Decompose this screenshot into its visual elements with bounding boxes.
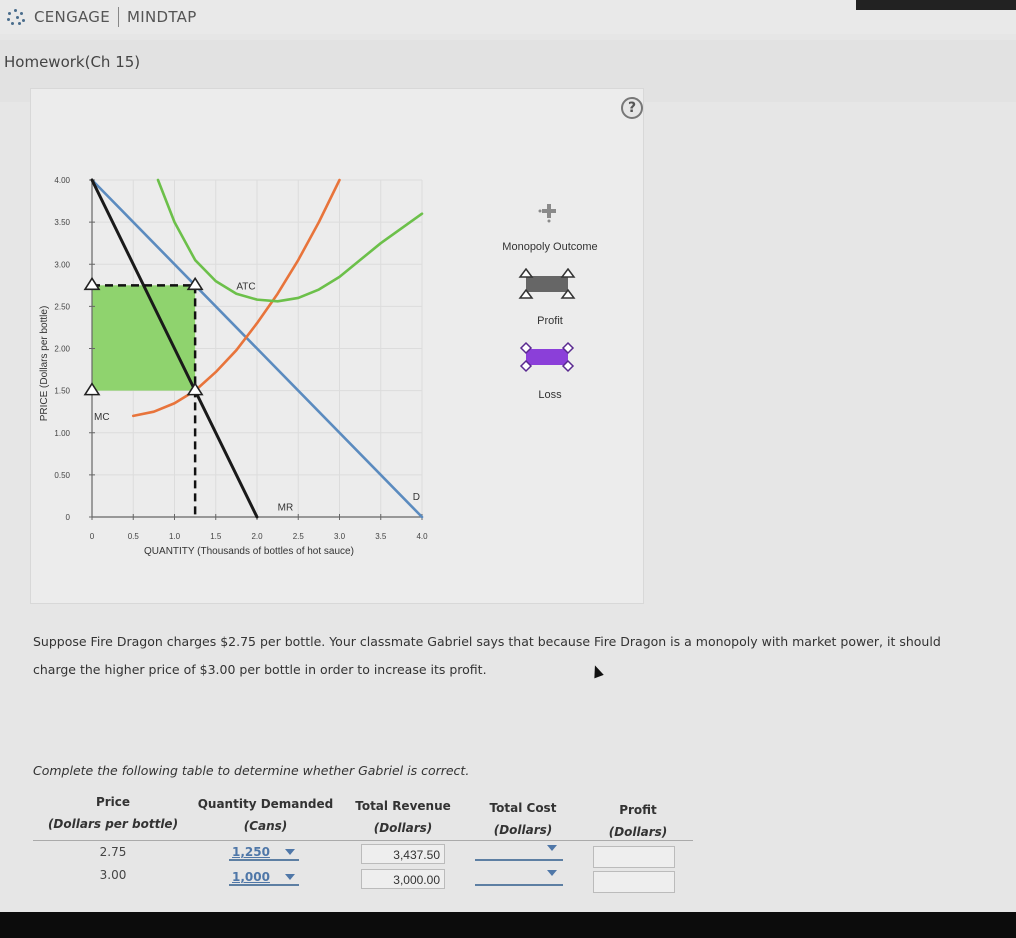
profit-area-handle <box>83 276 101 291</box>
cengage-logo-icon <box>6 8 28 26</box>
row2-total-cost-select[interactable] <box>475 866 563 886</box>
profit-area <box>92 285 196 391</box>
instruction-text: Complete the following table to determin… <box>33 763 470 778</box>
top-bar: CENGAGE MINDTAP <box>0 0 1016 34</box>
row2-price: 3.00 <box>99 868 127 882</box>
crosshair-point-tool-icon[interactable] <box>537 200 561 224</box>
row1-profit-input[interactable] <box>593 846 675 868</box>
x-tick-label: 3.5 <box>375 532 387 541</box>
x-tick-label: 1.5 <box>210 532 222 541</box>
y-tick-label: 2.50 <box>54 302 70 311</box>
row2-total-revenue: 3,000.00 <box>361 869 445 889</box>
row2-quantity-select[interactable]: 1,000 <box>229 870 299 886</box>
y-tick-label: 1.50 <box>54 387 70 396</box>
x-tick-label: 0 <box>90 532 95 541</box>
row1-total-cost-select[interactable] <box>475 841 563 861</box>
y-tick-label: 4.00 <box>54 176 70 185</box>
curve-label-atc: ATC <box>236 282 255 293</box>
profit-rectangle-tool-icon[interactable] <box>518 268 578 300</box>
x-tick-label: 2.0 <box>251 532 263 541</box>
header-quantity: Quantity Demanded (Cans) <box>197 797 334 833</box>
y-tick-label: 0 <box>66 513 71 522</box>
y-tick-label: 3.00 <box>54 260 70 269</box>
x-tick-label: 3.0 <box>334 532 346 541</box>
header-price: Price (Dollars per bottle) <box>47 795 179 831</box>
help-icon[interactable]: ? <box>621 97 643 119</box>
curve-label-mc: MC <box>94 412 110 423</box>
legend-monopoly-outcome-label: Monopoly Outcome <box>502 241 598 253</box>
chevron-down-icon <box>285 874 295 880</box>
chevron-down-icon <box>285 849 295 855</box>
table-header-rule <box>33 840 693 841</box>
legend-profit-label: Profit <box>537 315 563 327</box>
y-axis-label: PRICE (Dollars per bottle) <box>39 306 50 422</box>
x-tick-label: 2.5 <box>293 532 305 541</box>
row1-quantity-select[interactable]: 1,250 <box>229 845 299 861</box>
header-total-cost: Total Cost (Dollars) <box>489 801 557 837</box>
header-total-revenue: Total Revenue (Dollars) <box>355 799 451 835</box>
row1-price: 2.75 <box>99 845 127 859</box>
chevron-down-icon <box>547 845 557 851</box>
row2-profit-input[interactable] <box>593 871 675 893</box>
screen-bezel <box>0 912 1016 938</box>
legend-loss-label: Loss <box>538 389 562 401</box>
x-tick-label: 4.0 <box>416 532 428 541</box>
brand-cengage: CENGAGE <box>34 8 110 26</box>
brand-divider <box>118 7 119 27</box>
curve-label-d: D <box>413 492 420 503</box>
y-tick-label: 0.50 <box>54 471 70 480</box>
assignment-title: Homework(Ch 15) <box>4 53 141 71</box>
header-profit: Profit (Dollars) <box>608 803 668 839</box>
monopoly-chart[interactable]: 0 0.5 1.0 1.5 2.0 2.5 3.0 3.5 4.000.501.001.502.… <box>30 160 450 570</box>
y-tick-label: 2.00 <box>54 345 70 354</box>
chevron-down-icon <box>547 870 557 876</box>
row1-total-revenue: 3,437.50 <box>361 844 445 864</box>
x-axis-label: QUANTITY (Thousands of bottles of hot sa… <box>144 546 354 557</box>
question-text: Suppose Fire Dragon charges $2.75 per bo… <box>33 634 941 677</box>
y-tick-label: 1.00 <box>54 429 70 438</box>
window-edge <box>856 0 1016 10</box>
brand-mindtap: MINDTAP <box>127 8 197 26</box>
x-tick-label: 0.5 <box>128 532 140 541</box>
y-tick-label: 3.50 <box>54 218 70 227</box>
x-tick-label: 1.0 <box>169 532 181 541</box>
curve-label-mr: MR <box>278 502 294 513</box>
loss-rectangle-tool-icon[interactable] <box>518 341 578 373</box>
